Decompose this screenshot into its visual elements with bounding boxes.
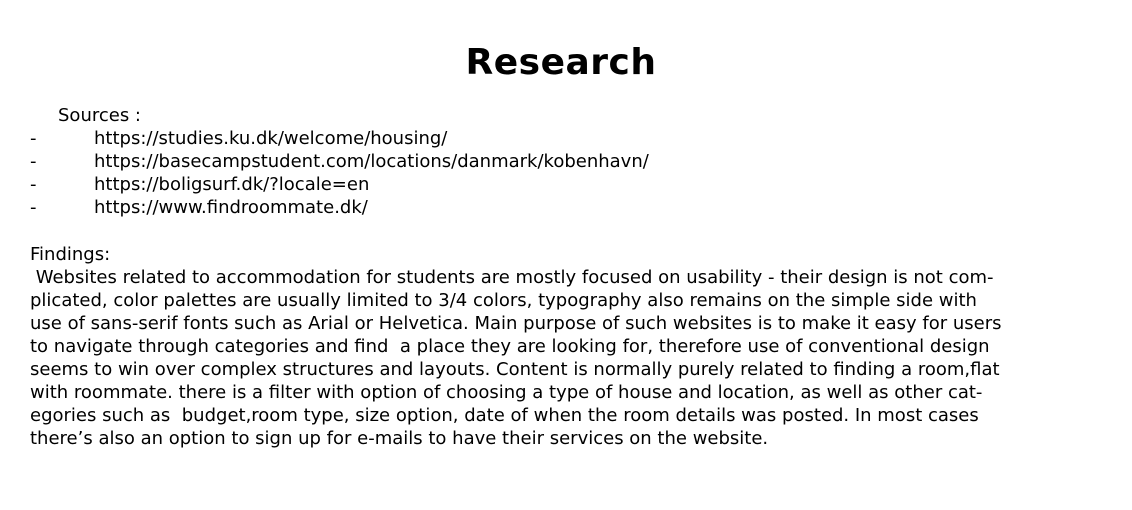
findings-paragraph: Websites related to accommodation for st… [30,266,1100,450]
findings-line: plicated, color palettes are usually lim… [30,290,977,311]
page-title: Research [465,42,657,83]
findings-line: with roommate. there is a filter with op… [30,382,983,403]
findings-label: Findings: [30,244,111,265]
bullet-dash: - [30,151,37,172]
findings-line: there’s also an option to sign up for e-… [30,428,769,449]
bullet-dash: - [30,128,37,149]
bullet-dash: - [30,174,37,195]
source-url: https://basecampstudent.com/locations/da… [94,151,649,172]
source-url: https://boligsurf.dk/?locale=en [94,174,370,195]
document-page: Research Sources : - https://studies.ku.… [0,0,1132,510]
bullet-dash: - [30,197,37,218]
findings-line: seems to win over complex structures and… [30,359,1000,380]
source-url: https://studies.ku.dk/welcome/housing/ [94,128,448,149]
sources-label: Sources : [58,105,141,126]
findings-line: egories such as budget,room type, size o… [30,405,979,426]
findings-line: use of sans-serif fonts such as Arial or… [30,313,1002,334]
findings-line: to navigate through categories and find … [30,336,990,357]
source-url: https://www.findroommate.dk/ [94,197,368,218]
findings-line: Websites related to accommodation for st… [30,267,994,288]
